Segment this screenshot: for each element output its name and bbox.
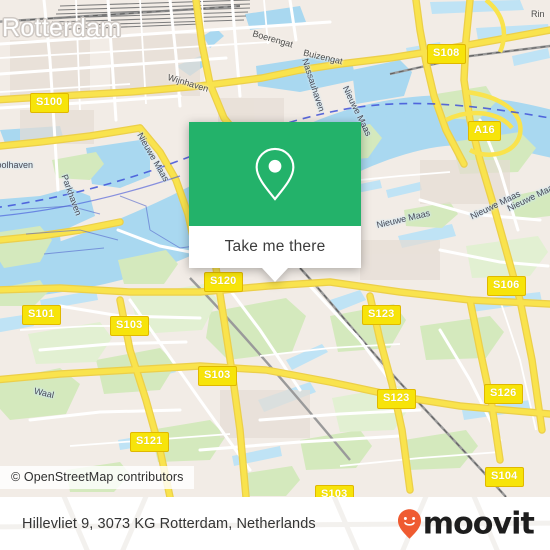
map-canvas[interactable]: Rotterdam Boerengat Buizengat Wijnhaven … — [0, 0, 550, 497]
map-pin-icon — [255, 147, 295, 201]
road-shield-s101[interactable]: S101 — [22, 305, 61, 325]
road-shield-s100[interactable]: S100 — [30, 93, 69, 113]
location-popup[interactable]: Take me there — [189, 122, 361, 282]
popup-pointer — [262, 268, 288, 282]
popup-header — [189, 122, 361, 226]
footer-bar: Hillevliet 9, 3073 KG Rotterdam, Netherl… — [0, 497, 550, 550]
map-screenshot: Rotterdam Boerengat Buizengat Wijnhaven … — [0, 0, 550, 550]
road-shield-s123-b[interactable]: S123 — [377, 389, 416, 409]
moovit-pin-smiley-icon — [397, 508, 421, 539]
address-text: Hillevliet 9, 3073 KG Rotterdam, Netherl… — [22, 515, 316, 532]
road-shield-s123-a[interactable]: S123 — [362, 305, 401, 325]
road-shield-a16[interactable]: A16 — [468, 121, 501, 141]
osm-attribution[interactable]: © OpenStreetMap contributors — [0, 466, 194, 489]
road-shield-s121[interactable]: S121 — [130, 432, 169, 452]
road-shield-s126[interactable]: S126 — [484, 384, 523, 404]
road-shield-s103-c[interactable]: S103 — [315, 485, 354, 497]
road-shield-s106[interactable]: S106 — [487, 276, 526, 296]
take-me-there-button[interactable]: Take me there — [189, 226, 361, 268]
road-shield-s108[interactable]: S108 — [427, 44, 466, 64]
road-shield-s104[interactable]: S104 — [485, 467, 524, 487]
moovit-logo[interactable]: moovit — [397, 506, 535, 541]
moovit-wordmark: moovit — [422, 506, 535, 541]
road-shield-s103-b[interactable]: S103 — [198, 366, 237, 386]
road-shield-s120[interactable]: S120 — [204, 272, 243, 292]
road-shield-s103-a[interactable]: S103 — [110, 316, 149, 336]
